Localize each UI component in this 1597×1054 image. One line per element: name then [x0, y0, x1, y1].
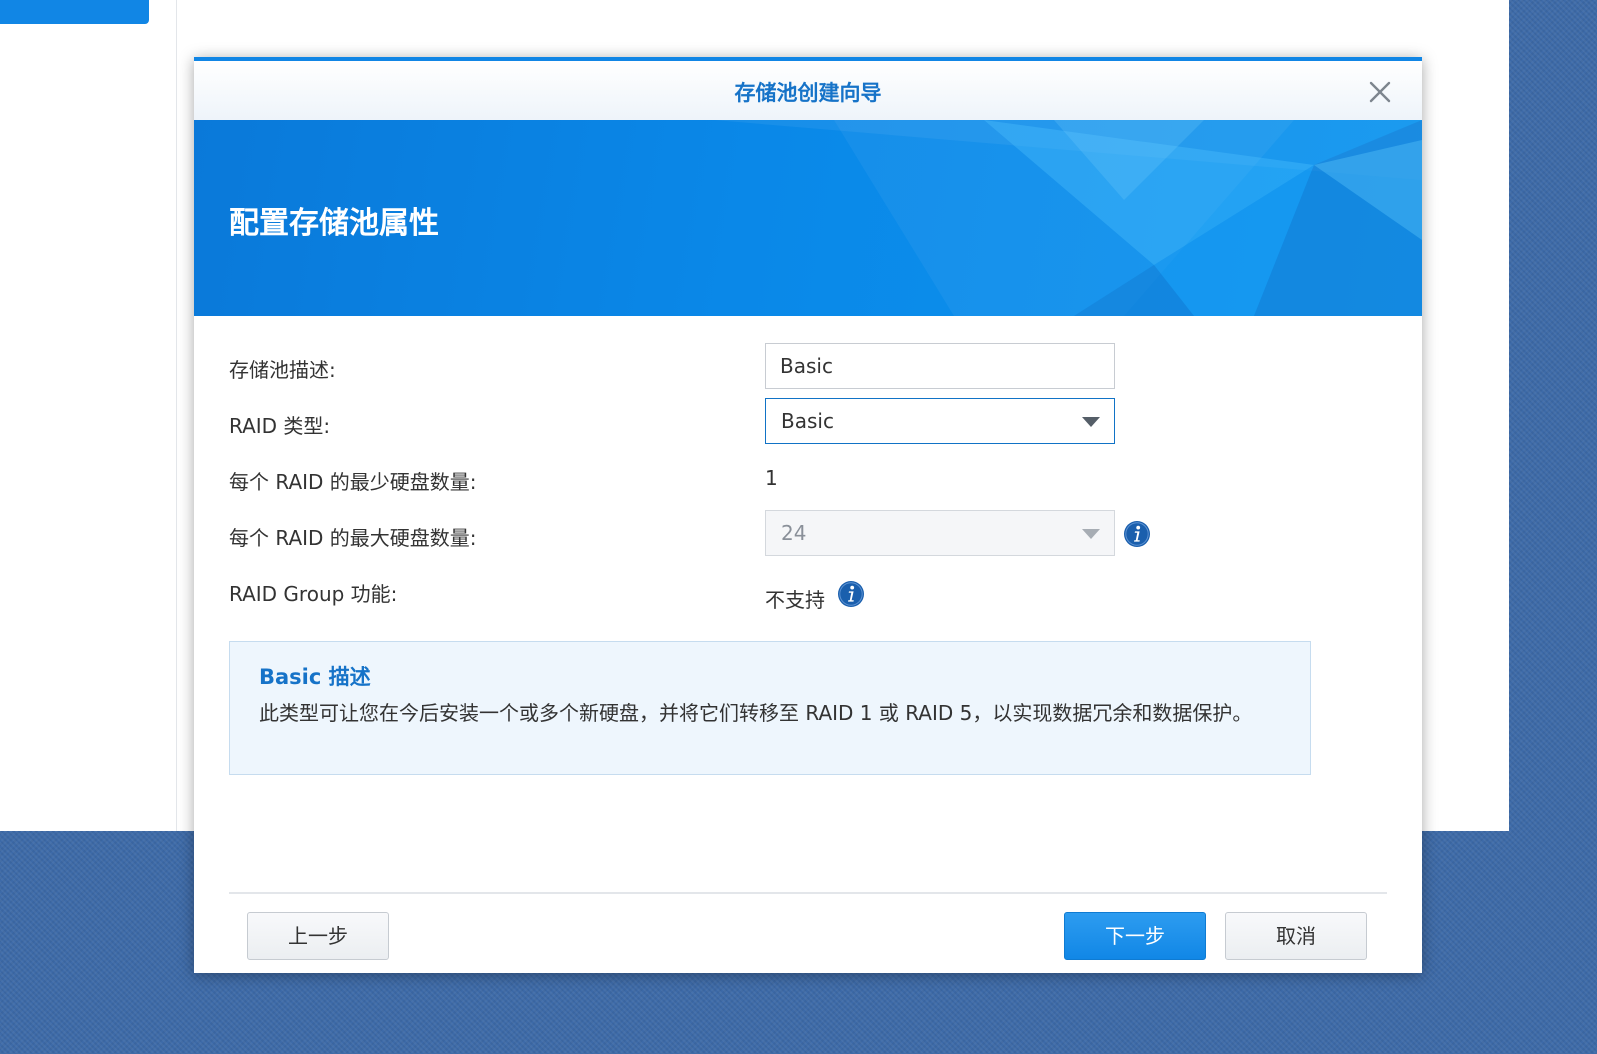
- close-icon: [1369, 81, 1391, 103]
- max-disks-select: 24: [765, 510, 1115, 556]
- raid-description-box: Basic 描述 此类型可让您在今后安装一个或多个新硬盘，并将它们转移至 RAI…: [229, 641, 1311, 775]
- cancel-button[interactable]: 取消: [1225, 912, 1367, 960]
- raid-type-label: RAID 类型:: [229, 414, 331, 438]
- dialog-title: 存储池创建向导: [734, 81, 882, 105]
- step-banner: 配置存储池属性: [194, 120, 1422, 316]
- background-sidebar-selected-item[interactable]: [0, 0, 149, 24]
- info-icon[interactable]: [1123, 520, 1151, 548]
- raid-group-value: 不支持: [765, 588, 825, 612]
- min-disks-value: 1: [765, 466, 778, 490]
- pool-description-label: 存储池描述:: [229, 358, 336, 382]
- raid-description-text: 此类型可让您在今后安装一个或多个新硬盘，并将它们转移至 RAID 1 或 RAI…: [259, 701, 1253, 725]
- pool-description-input[interactable]: [765, 343, 1115, 389]
- raid-type-select[interactable]: Basic: [765, 398, 1115, 444]
- dialog-titlebar: 存储池创建向导: [194, 61, 1422, 120]
- step-title: 配置存储池属性: [229, 206, 439, 241]
- max-disks-value: 24: [781, 521, 807, 545]
- background-sidebar: [0, 0, 177, 831]
- back-button[interactable]: 上一步: [247, 912, 389, 960]
- max-disks-label: 每个 RAID 的最大硬盘数量:: [229, 526, 477, 550]
- raid-group-label: RAID Group 功能:: [229, 582, 398, 606]
- chevron-down-icon: [1082, 417, 1100, 427]
- chevron-down-icon: [1082, 529, 1100, 539]
- raid-type-value: Basic: [781, 409, 834, 433]
- info-icon[interactable]: [837, 580, 865, 608]
- footer-divider: [229, 892, 1387, 894]
- next-button[interactable]: 下一步: [1064, 912, 1206, 960]
- storage-pool-wizard-dialog: 存储池创建向导 配置存储池属性 存储池描述: RAID 类型: Basic 每个…: [194, 57, 1422, 973]
- raid-description-title: Basic 描述: [259, 665, 371, 689]
- close-button[interactable]: [1365, 77, 1395, 107]
- min-disks-label: 每个 RAID 的最少硬盘数量:: [229, 470, 477, 494]
